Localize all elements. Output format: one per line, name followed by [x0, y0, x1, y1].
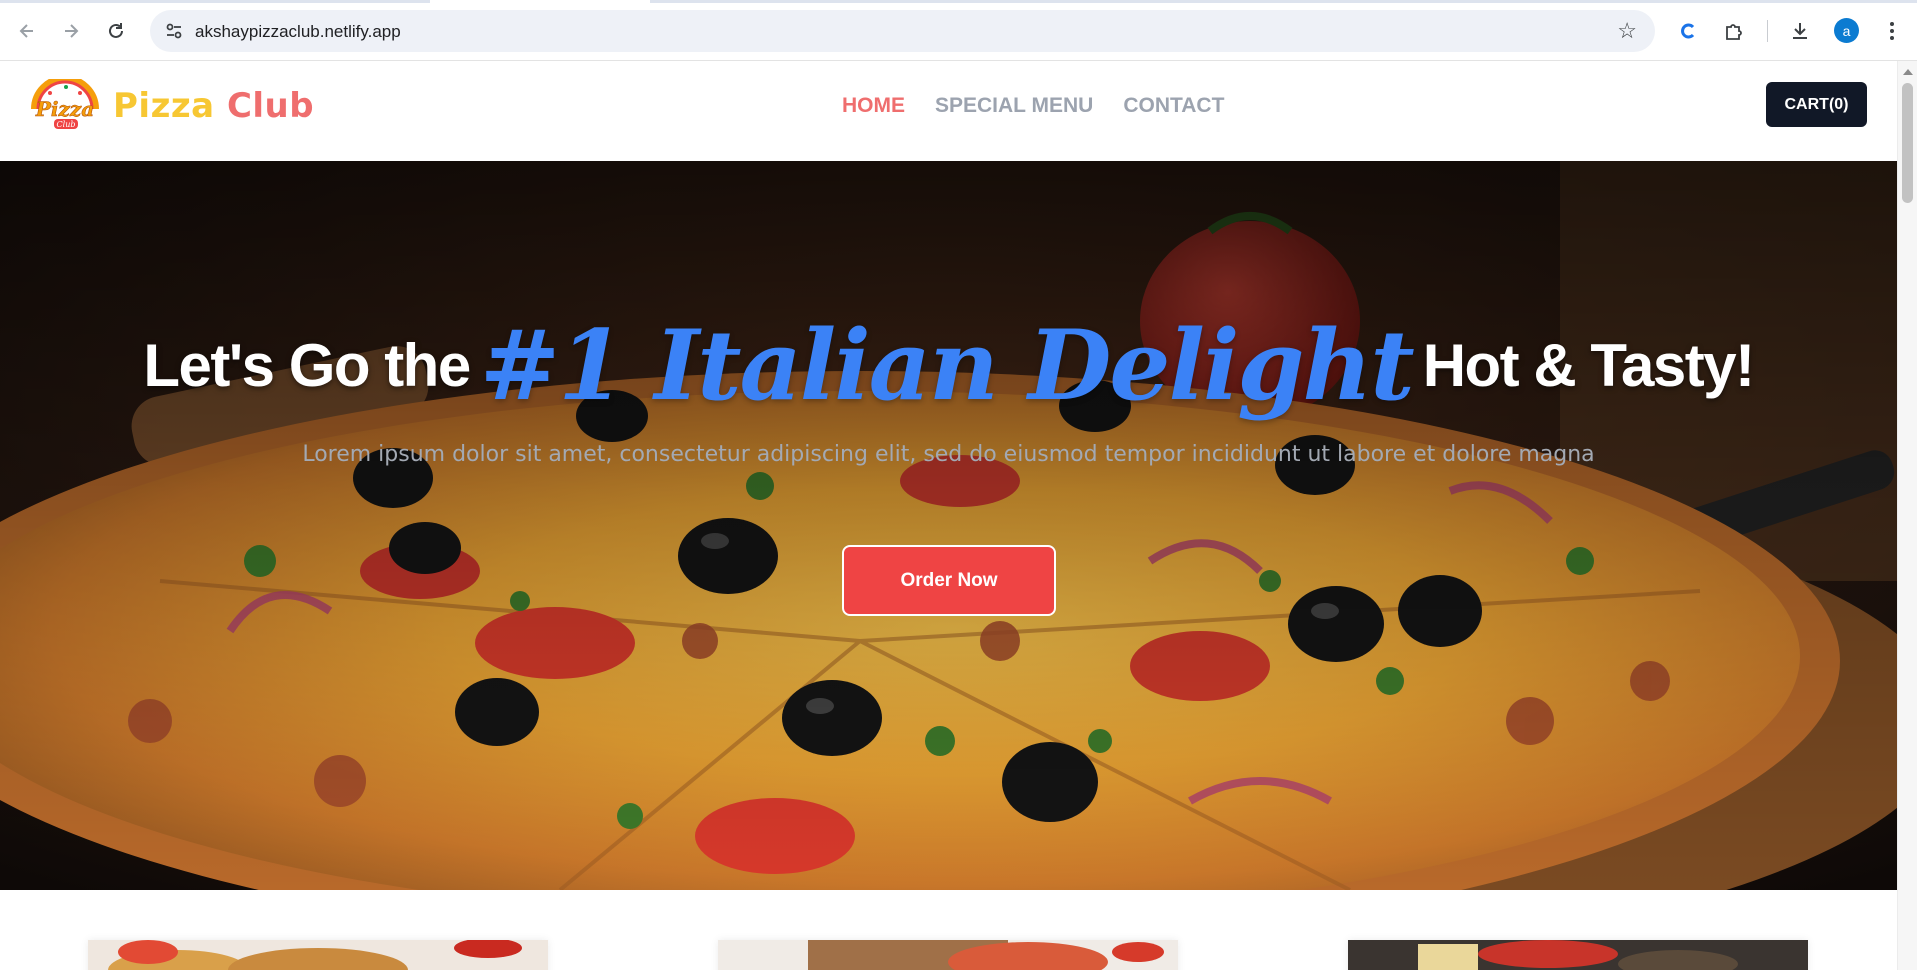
brand-name[interactable]: Pizza Club [113, 86, 314, 126]
menu-dots-icon[interactable] [1875, 14, 1909, 48]
cart-button[interactable]: CART(0) [1766, 82, 1867, 127]
nav-special-menu[interactable]: SPECIAL MENU [935, 94, 1093, 118]
hero-pizza-image [0, 161, 1897, 890]
brand-word-pizza: Pizza [113, 86, 215, 126]
card-3-image [1348, 940, 1808, 970]
order-now-button[interactable]: Order Now [842, 545, 1056, 616]
featured-card-1[interactable] [88, 940, 548, 970]
nav-contact[interactable]: CONTACT [1123, 94, 1224, 118]
page-scrollbar[interactable] [1897, 61, 1917, 970]
main-nav: HOME SPECIAL MENU CONTACT [842, 94, 1224, 118]
card-1-image [88, 940, 548, 970]
featured-card-2[interactable] [718, 940, 1178, 970]
site-header: Pizza Club Pizza Club HOME SPECIAL MENU … [0, 61, 1897, 161]
forward-icon[interactable] [54, 14, 88, 48]
hero-heading: Let's Go the #1 Italian Delight Hot & Tast… [0, 309, 1897, 422]
bookmark-star-icon[interactable]: ☆ [1617, 18, 1637, 44]
pizza-club-logo[interactable]: Pizza Club [28, 79, 102, 131]
hero-subtitle: Lorem ipsum dolor sit amet, consectetur … [302, 442, 1595, 467]
card-2-image [718, 940, 1178, 970]
svg-text:Club: Club [57, 120, 76, 129]
scroll-up-arrow-icon[interactable] [1903, 69, 1913, 75]
featured-card-3[interactable] [1348, 940, 1808, 970]
toolbar-divider [1767, 20, 1768, 42]
back-icon[interactable] [10, 14, 44, 48]
url-text[interactable]: akshaypizzaclub.netlify.app [195, 22, 401, 42]
hero-heading-highlight: #1 Italian Delight [479, 309, 1415, 422]
hero-section: Let's Go the #1 Italian Delight Hot & Tast… [0, 161, 1897, 890]
hero-heading-end: Hot & Tasty! [1422, 332, 1755, 399]
download-icon[interactable] [1783, 14, 1817, 48]
brand-word-club: Club [226, 86, 315, 126]
featured-cards [0, 890, 1897, 970]
address-bar[interactable]: akshaypizzaclub.netlify.app ☆ [150, 10, 1655, 52]
tab-strip-edge [0, 0, 1917, 3]
svg-text:Pizza: Pizza [35, 97, 94, 121]
nav-home[interactable]: HOME [842, 94, 905, 118]
reload-icon[interactable] [99, 14, 133, 48]
browser-toolbar: akshaypizzaclub.netlify.app ☆ a [0, 0, 1917, 61]
hero-heading-start: Let's Go the [143, 332, 471, 399]
profile-avatar[interactable]: a [1834, 18, 1859, 43]
extension-c-icon[interactable] [1671, 14, 1705, 48]
page-viewport: Pizza Club Pizza Club HOME SPECIAL MENU … [0, 61, 1897, 970]
scrollbar-thumb[interactable] [1902, 83, 1913, 203]
site-info-icon[interactable] [164, 21, 184, 41]
extensions-puzzle-icon[interactable] [1717, 14, 1751, 48]
